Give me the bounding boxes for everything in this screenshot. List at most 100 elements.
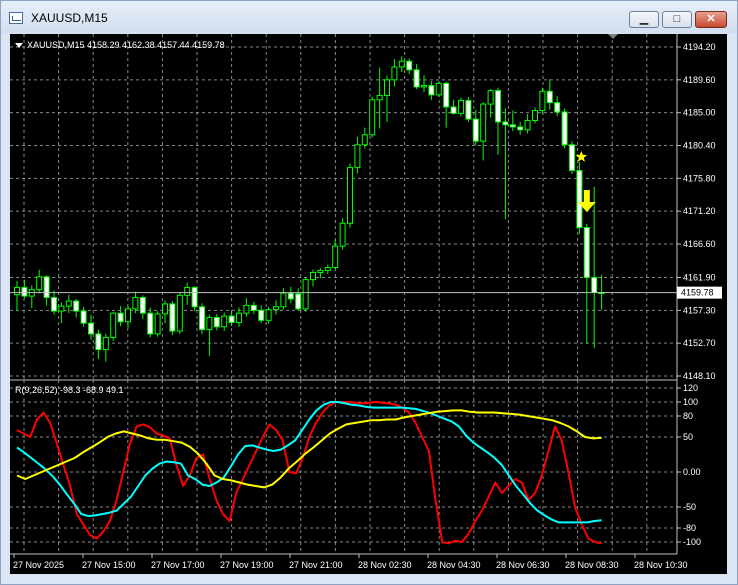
candle-body-down (591, 277, 598, 294)
candle-body-down (80, 310, 87, 324)
title-bar[interactable]: XAUUSD,M15 ▁ □ ✕ (1, 1, 737, 33)
time-label: 28 Nov 10:30 (634, 560, 688, 570)
chart-svg[interactable]: XAUUSD,M15 4158.29 4162.38 4157.44 4159.… (10, 34, 727, 574)
candle-body-up (539, 90, 546, 112)
candle-body-up (176, 294, 183, 332)
candle-body-down (147, 312, 154, 335)
maximize-button[interactable]: □ (662, 11, 692, 28)
candle-body-up (280, 292, 287, 308)
candle-body-up (324, 267, 331, 271)
candle-body-down (199, 306, 205, 331)
minimize-icon: ▁ (639, 13, 649, 25)
candle-body-up (384, 79, 390, 97)
candle-body-down (472, 118, 479, 142)
candle-body-up (317, 269, 324, 274)
candle-body-up (14, 287, 20, 296)
candle-body-up (221, 315, 228, 328)
close-button[interactable]: ✕ (695, 11, 727, 28)
candle-body-up (458, 100, 464, 114)
candle-body-up (339, 222, 346, 247)
indicator-label: R(9,26,52) -98.3 -68.9 49.1 (15, 385, 124, 395)
candle-body-up (376, 95, 383, 101)
candle-body-down (561, 111, 568, 146)
candle-body-down (554, 102, 561, 113)
time-label: 27 Nov 17:00 (151, 560, 205, 570)
candle-body-up (332, 245, 339, 269)
candle-body-down (287, 292, 294, 300)
price-tick-label: 4152.70 (683, 338, 716, 348)
candle-body-up (65, 300, 72, 307)
candle-body-down (495, 90, 501, 123)
candle-body-up (273, 306, 279, 311)
current-price-tag: 4159.78 (677, 286, 722, 299)
minimize-button[interactable]: ▁ (629, 11, 659, 28)
chart-window-icon (9, 12, 23, 24)
candle-body-down (43, 276, 50, 298)
candle-body-up (125, 308, 131, 323)
candle-body-up (524, 120, 531, 131)
candle-body-down (413, 69, 420, 88)
indicator-tick-label: 80 (683, 411, 693, 421)
candle-body-down (250, 304, 257, 311)
candle-body-down (73, 300, 80, 312)
candle-body-down (406, 60, 413, 71)
candle-body-up (206, 316, 213, 331)
candle-body-up (361, 134, 368, 146)
candle-body-up (435, 82, 442, 96)
candle-body-down (546, 90, 553, 104)
candle-body-down (465, 100, 472, 120)
candle-body-down (88, 322, 94, 335)
indicator-tick-label: -100 (683, 537, 701, 547)
candle-body-down (191, 287, 198, 308)
candle-body-up (236, 312, 242, 323)
chart-window: XAUUSD,M15 ▁ □ ✕ XAUUSD,M15 4158.29 4162… (0, 0, 738, 585)
price-tick-label: 4185.00 (683, 108, 716, 118)
candle-body-up (162, 303, 168, 315)
indicator-tick-label: -80 (683, 523, 696, 533)
candle-body-up (243, 304, 250, 314)
time-label: 27 Nov 21:00 (289, 560, 343, 570)
candle-body-up (265, 309, 272, 321)
candle-body-down (517, 126, 524, 131)
candle-body-down (169, 303, 176, 332)
candle-body-down (117, 312, 124, 323)
candle-body-up (310, 272, 316, 281)
time-label: 28 Nov 04:30 (427, 560, 481, 570)
price-tick-label: 4189.60 (683, 75, 716, 85)
indicator-tick-label: -50 (683, 502, 696, 512)
candle-body-up (487, 90, 494, 105)
price-tick-label: 4175.80 (683, 173, 716, 183)
candle-body-down (576, 169, 583, 229)
candle-body-up (532, 110, 538, 122)
candle-body-up (110, 312, 117, 338)
candle-body-down (502, 121, 509, 126)
candle-body-up (36, 276, 43, 291)
close-icon: ✕ (706, 13, 716, 25)
indicator-tick-label: 0.00 (683, 467, 701, 477)
candle-body-up (391, 66, 398, 81)
candle-body-down (258, 309, 265, 321)
candle-body-down (428, 85, 435, 96)
price-tick-label: 4171.20 (683, 206, 716, 216)
candle-body-up (58, 305, 65, 312)
candle-body-down (295, 293, 302, 310)
candle-body-down (509, 124, 516, 128)
candle-body-down (213, 316, 220, 328)
time-label: 28 Nov 08:30 (565, 560, 619, 570)
time-label: 28 Nov 02:30 (358, 560, 412, 570)
price-tick-label: 4166.60 (683, 239, 716, 249)
candle-body-down (51, 296, 57, 312)
maximize-icon: □ (673, 13, 681, 25)
candle-body-down (450, 106, 457, 114)
candle-body-up (102, 336, 109, 351)
candle-body-down (228, 315, 235, 323)
time-label: 27 Nov 2025 (13, 560, 64, 570)
candle-body-down (95, 333, 102, 351)
price-tick-label: 4180.40 (683, 140, 716, 150)
candle-body-up (184, 287, 191, 296)
candle-body-up (421, 85, 427, 88)
price-tick-label: 4194.20 (683, 42, 716, 52)
candle-body-down (21, 287, 28, 297)
chart-canvas[interactable]: XAUUSD,M15 4158.29 4162.38 4157.44 4159.… (10, 34, 727, 574)
indicator-tick-label: 100 (683, 397, 698, 407)
